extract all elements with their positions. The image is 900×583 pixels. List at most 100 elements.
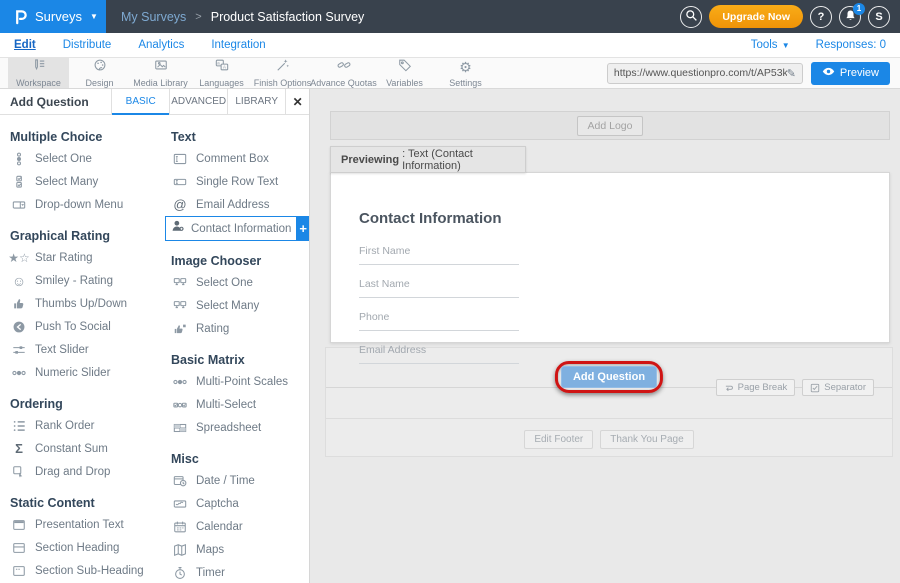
- question-type-contact-information-selected[interactable]: Contact Information+: [165, 216, 309, 241]
- question-type-select-one[interactable]: Select One: [10, 147, 159, 170]
- question-type-email-address[interactable]: @Email Address: [171, 193, 309, 216]
- product-switcher[interactable]: Surveys ▼: [0, 0, 106, 33]
- question-type-spreadsheet[interactable]: Spreadsheet: [171, 416, 309, 439]
- question-type-label: Date / Time: [196, 475, 255, 487]
- question-type-section-heading[interactable]: Section Heading: [10, 536, 159, 559]
- question-type-drop-down-menu[interactable]: Drop-down Menu: [10, 193, 159, 216]
- drag-drop-icon: [10, 465, 28, 479]
- add-question-type-button[interactable]: +: [297, 216, 309, 241]
- responses-link[interactable]: Responses: 0: [816, 39, 886, 51]
- ribbon-right: https://www.questionpro.com/t/AP53kZgUI …: [607, 58, 900, 88]
- close-panel-button[interactable]: ✕: [285, 89, 309, 114]
- question-type-select-one[interactable]: Select One: [171, 271, 309, 294]
- question-type-label: Multi-Point Scales: [196, 376, 288, 388]
- survey-title: Product Satisfaction Survey: [211, 10, 365, 24]
- page-break-button[interactable]: Page Break: [716, 379, 796, 396]
- search-icon: [685, 9, 698, 25]
- question-type-thumbs-up-down[interactable]: Thumbs Up/Down: [10, 292, 159, 315]
- question-type-section-sub-heading[interactable]: Section Sub-Heading: [10, 559, 159, 582]
- question-type-timer[interactable]: Timer: [171, 561, 309, 583]
- question-type-label: Smiley - Rating: [35, 275, 113, 287]
- question-type-smiley-rating[interactable]: ☺Smiley - Rating: [10, 269, 159, 292]
- category-text: Text: [171, 130, 309, 144]
- tools-menu[interactable]: Tools ▼: [751, 39, 790, 51]
- ribbon-item-workspace[interactable]: Workspace: [8, 58, 69, 88]
- ribbon-item-advance-quotas[interactable]: Advance Quotas: [313, 58, 374, 88]
- form-field-first-name[interactable]: First Name: [359, 241, 519, 265]
- question-type-comment-box[interactable]: Comment Box: [171, 147, 309, 170]
- question-type-push-to-social[interactable]: Push To Social: [10, 315, 159, 338]
- ribbon-item-label: Languages: [199, 78, 244, 88]
- datetime-icon: [171, 474, 189, 488]
- question-type-label: Constant Sum: [35, 443, 108, 455]
- close-icon: ✕: [293, 95, 303, 109]
- breadcrumb-my-surveys[interactable]: My Surveys: [121, 10, 186, 24]
- question-type-rating[interactable]: Rating: [171, 317, 309, 340]
- form-field-phone[interactable]: Phone: [359, 307, 519, 331]
- avatar[interactable]: S: [868, 6, 890, 28]
- question-type-select-many[interactable]: Select Many: [10, 170, 159, 193]
- question-type-single-row-text[interactable]: Single Row Text: [171, 170, 309, 193]
- rank-order-icon: [10, 419, 28, 433]
- question-type-label: Maps: [196, 544, 224, 556]
- question-type-star-rating[interactable]: ★☆Star Rating: [10, 246, 159, 269]
- upgrade-now-button[interactable]: Upgrade Now: [709, 5, 803, 28]
- captcha-icon: [171, 497, 189, 511]
- maps-icon: [171, 543, 189, 557]
- question-type-drag-and-drop[interactable]: Drag and Drop: [10, 460, 159, 483]
- question-type-calendar[interactable]: Calendar: [171, 515, 309, 538]
- question-type-select-many[interactable]: Select Many: [171, 294, 309, 317]
- contact-person-icon: [171, 219, 185, 238]
- presentation-text-icon: [10, 518, 28, 532]
- question-type-label: Spreadsheet: [196, 422, 261, 434]
- dropdown-icon: [10, 198, 28, 212]
- question-type-multi-point-scales[interactable]: Multi-Point Scales: [171, 370, 309, 393]
- panel-tab-advanced[interactable]: ADVANCED: [169, 89, 227, 114]
- panel-tab-library[interactable]: LIBRARY: [227, 89, 285, 114]
- question-type-text-slider[interactable]: Text Slider: [10, 338, 159, 361]
- nav-tab-analytics[interactable]: Analytics: [138, 39, 184, 51]
- question-type-maps[interactable]: Maps: [171, 538, 309, 561]
- ribbon-item-settings[interactable]: ⚙Settings: [435, 58, 496, 88]
- question-type-rank-order[interactable]: Rank Order: [10, 414, 159, 437]
- question-type-label: Select One: [196, 277, 253, 289]
- help-button[interactable]: ?: [810, 6, 832, 28]
- category-ordering: Ordering: [10, 397, 159, 411]
- question-type-presentation-text[interactable]: Presentation Text: [10, 513, 159, 536]
- edit-footer-button[interactable]: Edit Footer: [524, 430, 593, 449]
- question-type-captcha[interactable]: Captcha: [171, 492, 309, 515]
- question-type-multi-select[interactable]: Multi-Select: [171, 393, 309, 416]
- nav-tab-integration[interactable]: Integration: [211, 39, 265, 51]
- ribbon-item-media-library[interactable]: Media Library: [130, 58, 191, 88]
- footer-actions-row: Edit Footer Thank You Page: [326, 419, 892, 449]
- ribbon-items: WorkspaceDesignMedia LibraryaALanguagesF…: [0, 58, 496, 88]
- search-button[interactable]: [680, 6, 702, 28]
- add-logo-button[interactable]: Add Logo: [577, 116, 644, 136]
- edit-url-icon[interactable]: ✎: [787, 67, 796, 80]
- question-type-date-time[interactable]: Date / Time: [171, 469, 309, 492]
- nav-tab-distribute[interactable]: Distribute: [63, 39, 112, 51]
- question-type-label: Drop-down Menu: [35, 199, 123, 211]
- separator-button[interactable]: Separator: [802, 379, 874, 396]
- notifications-button[interactable]: 1: [839, 6, 861, 28]
- survey-url-field[interactable]: https://www.questionpro.com/t/AP53kZgUI …: [607, 63, 803, 84]
- ribbon-item-variables[interactable]: Variables: [374, 58, 435, 88]
- spreadsheet-icon: [171, 421, 189, 435]
- preview-button[interactable]: Preview: [811, 62, 890, 85]
- form-field-last-name[interactable]: Last Name: [359, 274, 519, 298]
- add-question-button[interactable]: Add Question: [561, 366, 657, 388]
- question-types-column-1: Multiple ChoiceSelect OneSelect ManyDrop…: [0, 115, 159, 583]
- panel-tab-basic[interactable]: BASIC: [111, 89, 169, 114]
- ribbon-item-finish-options[interactable]: Finish Options: [252, 58, 313, 88]
- questionpro-logo-icon: [13, 8, 28, 25]
- ribbon-item-label: Advance Quotas: [310, 78, 377, 88]
- ribbon-item-languages[interactable]: aALanguages: [191, 58, 252, 88]
- thank-you-page-button[interactable]: Thank You Page: [600, 430, 693, 449]
- question-type-constant-sum[interactable]: ΣConstant Sum: [10, 437, 159, 460]
- survey-url-text: https://www.questionpro.com/t/AP53kZgUI: [614, 67, 787, 79]
- nav-tab-edit[interactable]: Edit: [14, 39, 36, 51]
- form-field-email-address[interactable]: Email Address: [359, 340, 519, 364]
- ribbon-item-design[interactable]: Design: [69, 58, 130, 88]
- preview-label: Preview: [840, 67, 879, 79]
- question-type-numeric-slider[interactable]: Numeric Slider: [10, 361, 159, 384]
